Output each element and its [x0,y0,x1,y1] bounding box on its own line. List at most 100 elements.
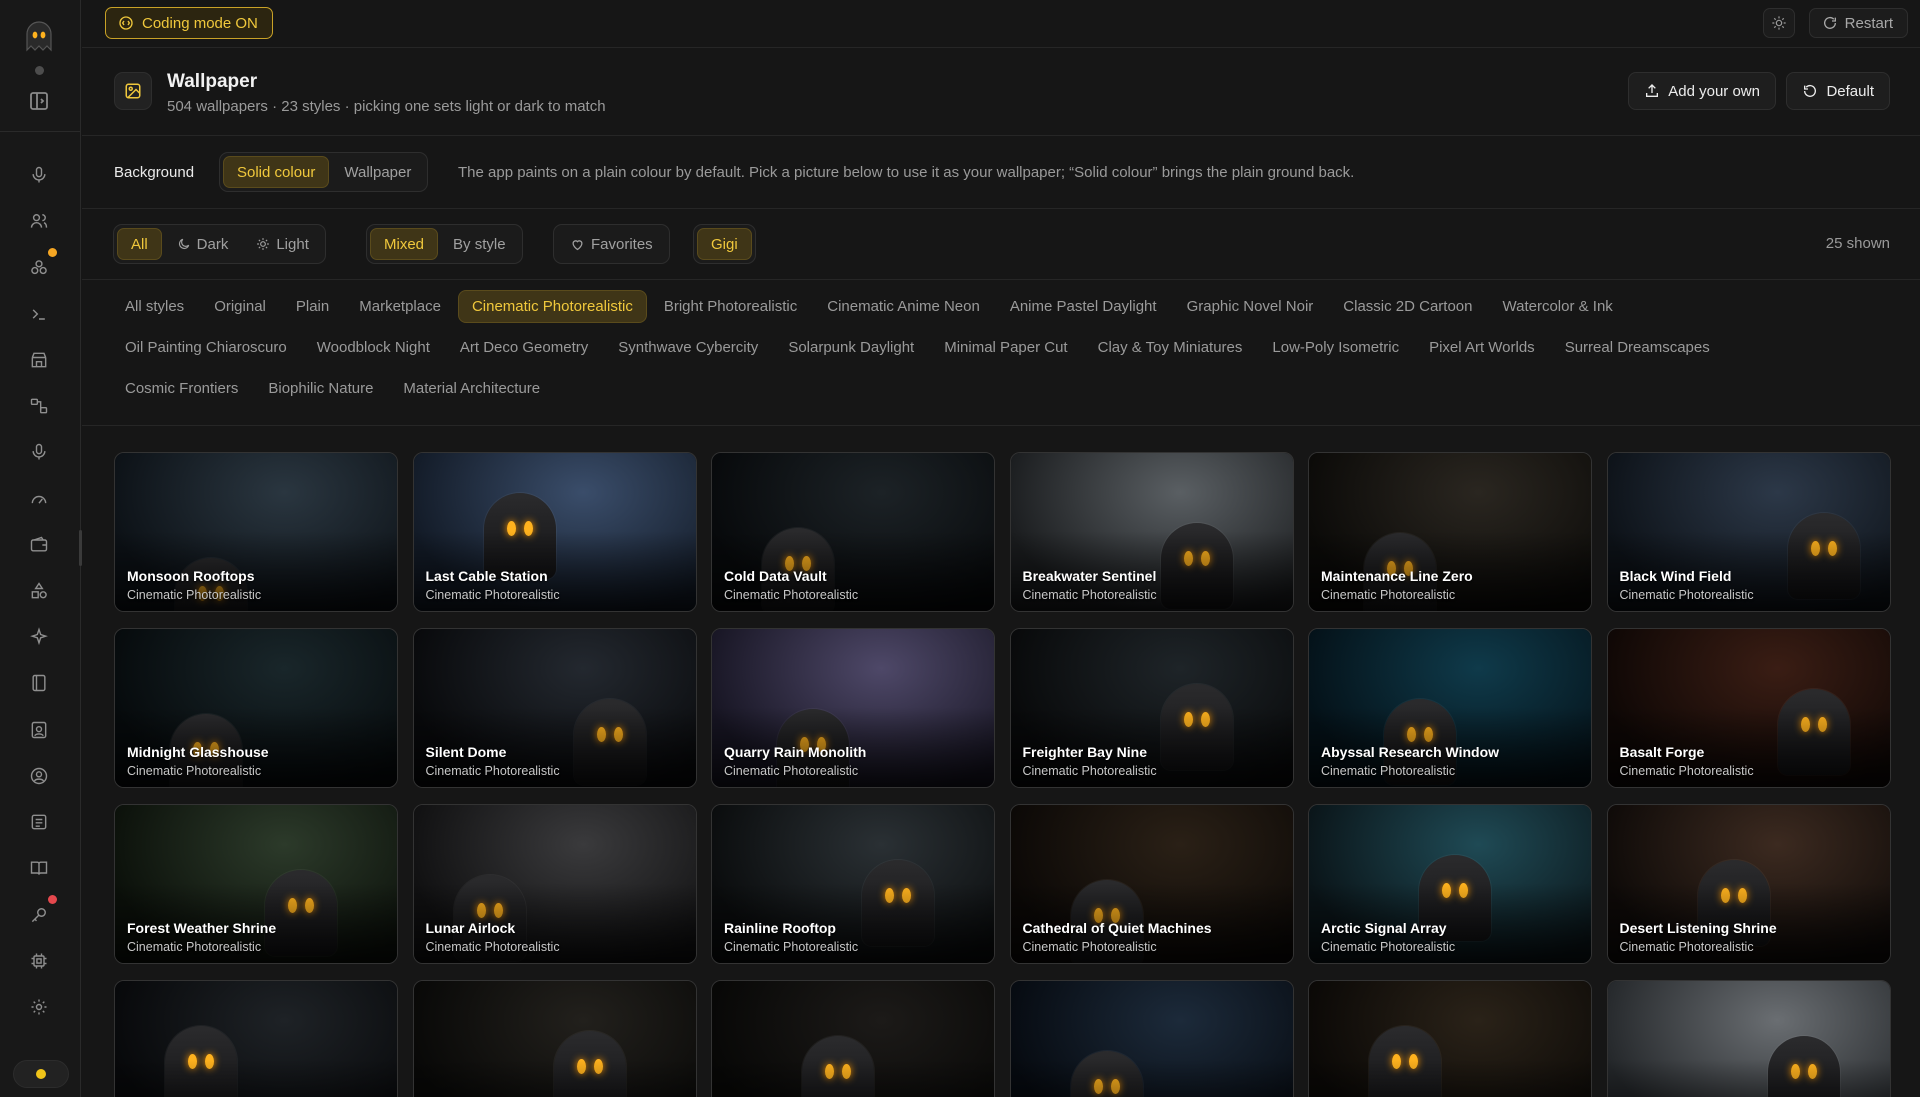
wallpaper-card[interactable] [114,980,398,1097]
theme-toggle-button[interactable] [1763,8,1795,38]
style-chip-woodblock-night[interactable]: Woodblock Night [304,331,443,364]
wallpaper-title: Arctic Signal Array [1321,920,1447,936]
toggle-sidebar-icon[interactable] [27,89,51,113]
style-chip-marketplace[interactable]: Marketplace [346,290,454,323]
grouping-by-style[interactable]: By style [440,228,519,260]
filter-all[interactable]: All [117,228,162,260]
style-chip-material-architecture[interactable]: Material Architecture [390,372,553,405]
wallpaper-card[interactable] [412,980,697,1097]
wallpaper-card[interactable]: Forest Weather Shrine Cinematic Photoreal… [114,804,398,964]
wallpaper-card[interactable]: Last Cable Station Cinematic Photorealist… [412,452,697,612]
style-chip-low-poly-isometric[interactable]: Low-Poly Isometric [1259,331,1412,364]
wallpaper-title: Abyssal Research Window [1321,744,1500,760]
wallpaper-card[interactable] [1308,980,1592,1097]
users-icon[interactable] [27,209,51,233]
wallpaper-title: Black Wind Field [1619,568,1732,584]
filter-dark[interactable]: Dark [164,228,242,260]
wallpaper-card[interactable]: Black Wind Field Cinematic Photorealistic [1606,452,1891,612]
wallpaper-card[interactable] [711,980,995,1097]
style-chip-bright-photorealistic[interactable]: Bright Photorealistic [651,290,810,323]
favorites-button[interactable]: Favorites [557,228,666,260]
wallpaper-card[interactable] [1009,980,1294,1097]
style-chip-classic-2d-cartoon[interactable]: Classic 2D Cartoon [1330,290,1485,323]
wallpaper-card[interactable]: Midnight Glasshouse Cinematic Photorealis… [114,628,398,788]
wallet-icon[interactable] [27,533,51,557]
wallpaper-card[interactable]: Breakwater Sentinel Cinematic Photorealis… [1009,452,1294,612]
style-chip-watercolor-and-ink[interactable]: Watercolor & Ink [1490,290,1626,323]
wallpaper-style: Cinematic Photorealistic [1022,940,1157,954]
wallpaper-title: Cathedral of Quiet Machines [1022,920,1212,936]
character-gigi[interactable]: Gigi [697,228,752,260]
style-chip-clay-and-toy-miniatures[interactable]: Clay & Toy Miniatures [1085,331,1256,364]
default-button[interactable]: Default [1786,72,1890,110]
status-indicator[interactable] [13,1060,69,1088]
shapes-icon[interactable] [27,579,51,603]
wallpaper-card[interactable]: Cathedral of Quiet Machines Cinematic Pho… [1009,804,1294,964]
terminal-icon[interactable] [27,302,51,326]
style-chip-biophilic-nature[interactable]: Biophilic Nature [255,372,386,405]
style-chip-surreal-dreamscapes[interactable]: Surreal Dreamscapes [1552,331,1723,364]
mic-icon[interactable] [27,163,51,187]
style-chip-all-styles[interactable]: All styles [112,290,197,323]
wallpaper-card[interactable]: Lunar Airlock Cinematic Photorealistic [412,804,697,964]
style-chip-solarpunk-daylight[interactable]: Solarpunk Daylight [775,331,927,364]
wallpaper-option[interactable]: Wallpaper [331,156,424,188]
app-logo-icon[interactable] [23,20,55,54]
sparkle-icon[interactable] [27,625,51,649]
mic-icon[interactable] [27,440,51,464]
book-icon[interactable] [27,856,51,880]
style-chip-minimal-paper-cut[interactable]: Minimal Paper Cut [931,331,1080,364]
wallpaper-card[interactable]: Quarry Rain Monolith Cinematic Photoreali… [711,628,995,788]
style-chip-pixel-art-worlds[interactable]: Pixel Art Worlds [1416,331,1548,364]
style-chip-original[interactable]: Original [201,290,279,323]
filter-light[interactable]: Light [243,228,322,260]
style-chip-art-deco-geometry[interactable]: Art Deco Geometry [447,331,601,364]
id-badge-icon[interactable] [27,718,51,742]
wallpaper-card[interactable]: Abyssal Research Window Cinematic Photore… [1308,628,1592,788]
wallpaper-card[interactable]: Desert Listening Shrine Cinematic Photore… [1606,804,1891,964]
solid-colour-option[interactable]: Solid colour [223,156,330,188]
add-your-own-label: Add your own [1668,82,1760,100]
user-circle-icon[interactable] [27,764,51,788]
wallpaper-style: Cinematic Photorealistic [425,940,560,954]
wallpaper-card[interactable]: Arctic Signal Array Cinematic Photorealis… [1308,804,1592,964]
style-chip-graphic-novel-noir[interactable]: Graphic Novel Noir [1174,290,1327,323]
wallpaper-card[interactable]: Maintenance Line Zero Cinematic Photoreal… [1308,452,1592,612]
style-chip-cosmic-frontiers[interactable]: Cosmic Frontiers [112,372,251,405]
wallpaper-card[interactable]: Silent Dome Cinematic Photorealistic [412,628,697,788]
style-chip-plain[interactable]: Plain [283,290,342,323]
flow-icon[interactable] [27,394,51,418]
restart-button[interactable]: Restart [1808,8,1908,38]
style-chip-cinematic-photorealistic[interactable]: Cinematic Photorealistic [457,290,647,323]
wallpaper-style: Cinematic Photorealistic [1022,764,1157,778]
style-chip-synthwave-cybercity[interactable]: Synthwave Cybercity [605,331,771,364]
grouping-toggle: Mixed By style [366,224,523,264]
gauge-icon[interactable] [27,487,51,511]
wallpaper-style: Cinematic Photorealistic [1619,588,1754,602]
store-icon[interactable] [27,348,51,372]
chip-icon[interactable] [27,949,51,973]
rail-resize-handle[interactable] [79,530,82,566]
wallpaper-card[interactable] [1606,980,1891,1097]
wallpaper-title: Rainline Rooftop [724,920,836,936]
wallpaper-card[interactable]: Basalt Forge Cinematic Photorealistic [1606,628,1891,788]
card-shade [1010,1059,1293,1097]
style-chip-cinematic-anime-neon[interactable]: Cinematic Anime Neon [814,290,993,323]
grouping-mixed[interactable]: Mixed [370,228,439,260]
add-your-own-button[interactable]: Add your own [1628,72,1776,110]
wallpaper-style: Cinematic Photorealistic [724,940,859,954]
key-icon[interactable] [27,903,51,927]
restart-label: Restart [1844,14,1893,32]
style-chip-oil-painting-chiaroscuro[interactable]: Oil Painting Chiaroscuro [112,331,300,364]
style-chip-anime-pastel-daylight[interactable]: Anime Pastel Daylight [997,290,1170,323]
wallpaper-card[interactable]: Rainline Rooftop Cinematic Photorealistic [711,804,995,964]
wallpaper-card[interactable]: Cold Data Vault Cinematic Photorealistic [711,452,995,612]
list-icon[interactable] [27,810,51,834]
gear-icon[interactable] [27,995,51,1019]
wallpaper-card[interactable]: Freighter Bay Nine Cinematic Photorealist… [1009,628,1294,788]
apps-icon[interactable] [27,256,51,280]
wallpaper-title: Last Cable Station [425,568,548,584]
notebook-icon[interactable] [27,671,51,695]
coding-mode-badge[interactable]: Coding mode ON [105,7,273,39]
wallpaper-card[interactable]: Monsoon Rooftops Cinematic Photorealistic [114,452,398,612]
